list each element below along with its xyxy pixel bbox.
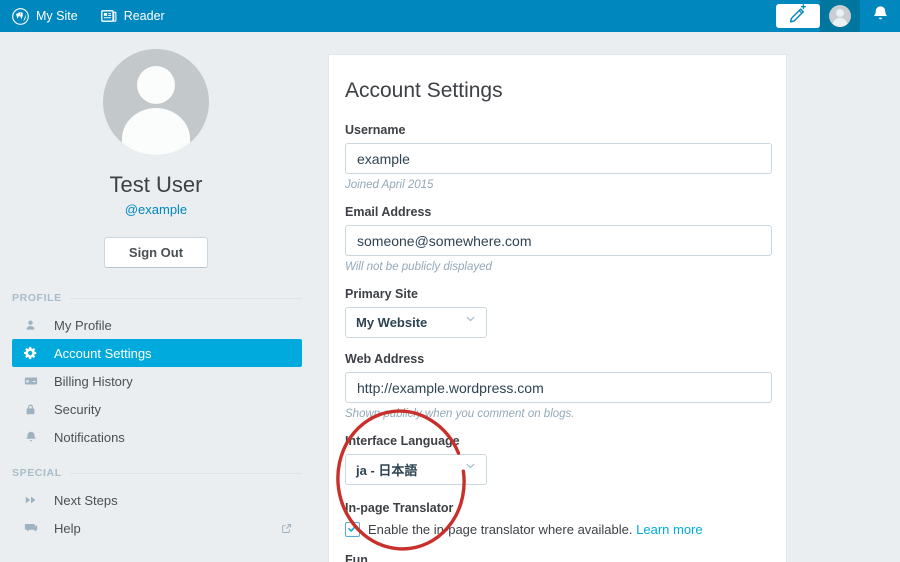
interface-language-select[interactable]: ja - 日本語 bbox=[345, 454, 487, 485]
credit-card-icon bbox=[24, 374, 46, 388]
sidebar-nav: PROFILE My Profile Account Settings Bill… bbox=[0, 292, 312, 542]
label-in-page-translator: In-page Translator bbox=[345, 501, 454, 515]
masterbar-notifications-button[interactable] bbox=[860, 0, 900, 32]
user-icon bbox=[24, 319, 46, 332]
content-area: Test User @example Sign Out PROFILE My P… bbox=[0, 32, 900, 562]
profile-handle[interactable]: @example bbox=[0, 202, 312, 217]
sidebar-label-my-profile: My Profile bbox=[54, 317, 112, 333]
masterbar-item-my-site[interactable]: My Site bbox=[0, 0, 87, 32]
label-primary-site: Primary Site bbox=[345, 287, 418, 301]
hint-email: Will not be publicly displayed bbox=[345, 261, 492, 273]
masterbar-item-reader[interactable]: Reader bbox=[87, 0, 179, 32]
chat-bubble-icon bbox=[24, 521, 46, 535]
sidebar-item-my-profile[interactable]: My Profile bbox=[12, 311, 302, 339]
reader-icon bbox=[100, 9, 117, 23]
label-fun: Fun bbox=[345, 553, 368, 562]
sidebar-section-heading-profile: PROFILE bbox=[12, 292, 302, 304]
sidebar-label-help: Help bbox=[54, 520, 81, 536]
row-in-page-translator: Enable the in-page translator where avai… bbox=[345, 522, 770, 537]
masterbar-label-my-site: My Site bbox=[36, 9, 78, 23]
user-avatar-placeholder-icon[interactable] bbox=[103, 49, 209, 155]
learn-more-link[interactable]: Learn more bbox=[636, 522, 702, 537]
profile-name: Test User bbox=[109, 172, 203, 197]
sidebar-item-help[interactable]: Help bbox=[12, 514, 302, 542]
sidebar-item-notifications[interactable]: Notifications bbox=[12, 423, 302, 451]
sidebar-item-account-settings[interactable]: Account Settings bbox=[12, 339, 302, 367]
primary-site-select[interactable]: My Website bbox=[345, 307, 487, 338]
interface-language-value: ja - 日本語 bbox=[356, 463, 418, 478]
external-link-icon bbox=[281, 523, 292, 534]
in-page-translator-checkbox[interactable] bbox=[345, 522, 360, 537]
web-address-input[interactable] bbox=[345, 372, 772, 403]
notifications-bell-icon bbox=[871, 4, 890, 28]
primary-site-value: My Website bbox=[356, 315, 428, 330]
field-primary-site: Primary Site My Website bbox=[345, 287, 770, 338]
sidebar-label-next-steps: Next Steps bbox=[54, 492, 118, 508]
chevron-down-icon bbox=[464, 312, 477, 330]
sidebar-label-notifications: Notifications bbox=[54, 429, 125, 445]
sidebar-label-billing-history: Billing History bbox=[54, 373, 133, 389]
field-username: Username Joined April 2015 bbox=[345, 123, 772, 191]
sign-out-button[interactable]: Sign Out bbox=[103, 237, 209, 268]
checkmark-icon bbox=[347, 521, 358, 539]
masterbar: My Site Reader bbox=[0, 0, 900, 32]
sidebar-section-label-profile: PROFILE bbox=[12, 292, 62, 304]
sidebar-label-security: Security bbox=[54, 401, 101, 417]
sidebar-section-divider bbox=[69, 297, 302, 299]
label-web-address: Web Address bbox=[345, 352, 425, 366]
sidebar-section-label-special: SPECIAL bbox=[12, 467, 62, 479]
sidebar-label-account-settings: Account Settings bbox=[54, 345, 152, 361]
page-title: Account Settings bbox=[345, 79, 503, 102]
fast-forward-icon bbox=[24, 493, 46, 507]
bell-icon bbox=[24, 430, 46, 444]
write-post-button[interactable] bbox=[776, 3, 820, 29]
in-page-translator-text: Enable the in-page translator where avai… bbox=[368, 522, 633, 537]
hint-web-address: Shown publicly when you comment on blogs… bbox=[345, 408, 575, 420]
hint-username: Joined April 2015 bbox=[345, 179, 434, 191]
sidebar-item-billing-history[interactable]: Billing History bbox=[12, 367, 302, 395]
masterbar-label-reader: Reader bbox=[123, 9, 165, 23]
lock-icon bbox=[24, 403, 46, 416]
field-web-address: Web Address Shown publicly when you comm… bbox=[345, 352, 772, 420]
masterbar-avatar-button[interactable] bbox=[820, 0, 860, 32]
wordpress-logo-icon bbox=[12, 7, 29, 25]
in-page-translator-label: Enable the in-page translator where avai… bbox=[368, 522, 703, 537]
sidebar-section-divider bbox=[69, 472, 302, 474]
email-input[interactable] bbox=[345, 225, 772, 256]
label-email: Email Address bbox=[345, 205, 432, 219]
signout-wrapper: Sign Out bbox=[0, 237, 312, 268]
label-interface-language: Interface Language bbox=[345, 434, 460, 448]
app-root: My Site Reader Test User @example Sign O… bbox=[0, 0, 900, 562]
masterbar-spacer bbox=[179, 0, 776, 32]
gear-icon bbox=[24, 346, 46, 360]
write-pencil-icon bbox=[788, 3, 808, 29]
sidebar-profile: Test User @example Sign Out bbox=[0, 32, 312, 268]
chevron-down-icon bbox=[464, 459, 477, 477]
label-username: Username bbox=[345, 123, 406, 137]
account-settings-card: Account Settings Username Joined April 2… bbox=[328, 54, 787, 562]
sidebar-item-next-steps[interactable]: Next Steps bbox=[12, 486, 302, 514]
username-input[interactable] bbox=[345, 143, 772, 174]
field-interface-language: Interface Language ja - 日本語 bbox=[345, 434, 770, 485]
sidebar-section-heading-special: SPECIAL bbox=[12, 467, 302, 479]
sidebar-item-security[interactable]: Security bbox=[12, 395, 302, 423]
user-avatar-icon bbox=[829, 5, 851, 27]
sidebar: Test User @example Sign Out PROFILE My P… bbox=[0, 32, 312, 562]
field-email: Email Address Will not be publicly displ… bbox=[345, 205, 772, 273]
